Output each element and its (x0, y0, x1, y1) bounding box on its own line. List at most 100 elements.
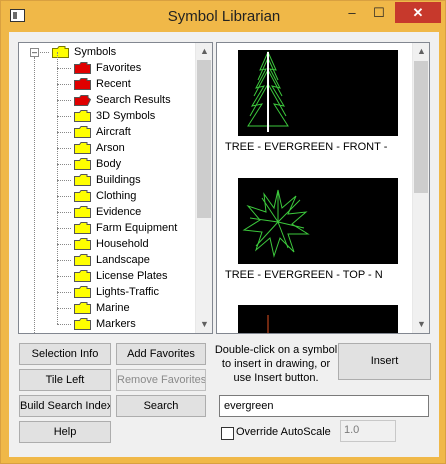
close-button[interactable]: ✕ (395, 2, 441, 23)
tree-connector-line (57, 116, 58, 132)
tree-item[interactable]: Aircraft (19, 116, 197, 140)
tree-item-label: Landscape (96, 254, 150, 266)
folder-icon (74, 142, 91, 154)
tree-connector-line (57, 52, 58, 68)
preview-scroll-thumb[interactable] (414, 61, 428, 193)
tree-connector-line (57, 116, 71, 117)
folder-icon (74, 190, 91, 202)
symbol-thumbnail[interactable] (238, 305, 398, 333)
maximize-button[interactable]: ☐ (366, 2, 392, 23)
tree-connector-line (57, 228, 71, 229)
override-autoscale-label: Override AutoScale (236, 426, 331, 438)
autoscale-value-field: 1.0 (340, 420, 396, 442)
tree-item[interactable]: Clothing (19, 180, 197, 204)
tree-item-label: 3D Symbols (96, 110, 156, 122)
insert-hint-text: Double-click on a symbol to insert in dr… (214, 344, 338, 384)
tree-connector-line (57, 244, 58, 260)
dialog-body: – Symbols Favorites Recent Search Results 3… (9, 32, 439, 457)
tile-left-button[interactable]: Tile Left (19, 369, 111, 391)
search-button[interactable]: Search (116, 395, 206, 417)
build-search-index-button[interactable]: Build Search Index (19, 395, 111, 417)
tree-connector-line (57, 148, 58, 164)
folder-icon (74, 238, 91, 250)
insert-button[interactable]: Insert (338, 343, 431, 380)
tree-item[interactable]: Landscape (19, 244, 197, 268)
tree-item[interactable]: 3D Symbols (19, 100, 197, 124)
tree-item[interactable]: Search Results (19, 84, 197, 108)
search-input[interactable] (219, 395, 429, 417)
tree-item[interactable]: Arson (19, 132, 197, 156)
selection-info-button[interactable]: Selection Info (19, 343, 111, 365)
scroll-up-icon[interactable]: ▲ (196, 43, 212, 60)
tree-item-label: Buildings (96, 174, 141, 186)
folder-open-icon (52, 46, 69, 58)
tree-item-label: Favorites (96, 62, 142, 74)
tree-item[interactable]: Farm Equipment (19, 212, 197, 236)
tree-item[interactable]: Markers (19, 308, 197, 332)
tree-item[interactable]: Favorites (19, 52, 197, 76)
symbol-category-tree[interactable]: – Symbols Favorites Recent Search Results 3… (18, 42, 213, 334)
tree-root-symbols[interactable]: – Symbols (19, 44, 197, 60)
symbol-label: TREE - EVERGREEN - TOP - N (225, 269, 383, 281)
tree-connector-line (57, 244, 71, 245)
symbol-thumbnail-icon (267, 315, 269, 333)
minimize-button[interactable]: – (339, 2, 365, 23)
tree-item[interactable]: Marine (19, 292, 197, 316)
tree-connector-line (57, 180, 71, 181)
override-autoscale-checkbox[interactable] (221, 427, 234, 440)
tree-item[interactable]: Buildings (19, 164, 197, 188)
tree-connector-line (57, 228, 58, 244)
folder-icon (74, 286, 91, 298)
tree-item-label: Marine (96, 302, 130, 314)
tree-scroll-thumb[interactable] (197, 60, 211, 218)
tree-connector-line (57, 180, 58, 196)
tree-item-label: Recent (96, 78, 131, 90)
tree-connector-line (57, 132, 58, 148)
tree-connector-line (57, 132, 71, 133)
preview-scrollbar[interactable]: ▲ ▼ (412, 43, 429, 333)
scroll-down-icon[interactable]: ▼ (413, 316, 429, 333)
tree-item[interactable]: Lights-Traffic (19, 276, 197, 300)
tree-connector-line (57, 292, 71, 293)
folder-icon (74, 270, 91, 282)
folder-icon (74, 126, 91, 138)
tree-connector-line (57, 260, 71, 261)
help-button[interactable]: Help (19, 421, 111, 443)
symbol-thumbnail-evergreen-front[interactable] (238, 50, 398, 136)
tree-connector-line (57, 308, 58, 324)
tree-item[interactable]: License Plates (19, 260, 197, 284)
symbol-thumbnail-evergreen-top[interactable] (238, 178, 398, 264)
tree-connector-line (40, 52, 49, 53)
tree-item-label: Household (96, 238, 149, 250)
symbol-label: TREE - EVERGREEN - FRONT - (225, 141, 388, 153)
scroll-up-icon[interactable]: ▲ (413, 43, 429, 60)
add-favorites-button[interactable]: Add Favorites (116, 343, 206, 365)
tree-item[interactable]: Recent (19, 68, 197, 92)
folder-icon (74, 110, 91, 122)
tree-item-label: Aircraft (96, 126, 131, 138)
folder-icon (74, 78, 91, 90)
folder-icon (74, 62, 91, 74)
tree-connector-line (57, 196, 58, 212)
tree-connector-line (57, 84, 58, 100)
title-bar[interactable]: Symbol Librarian – ☐ ✕ (1, 1, 446, 32)
tree-item-label: Clothing (96, 190, 137, 202)
tree-item[interactable]: Evidence (19, 196, 197, 220)
folder-icon (74, 158, 91, 170)
symbol-preview-list[interactable]: TREE - EVERGREEN - FRONT - TREE - EVERGR… (216, 42, 430, 334)
tree-item[interactable]: Household (19, 228, 197, 252)
tree-item-label: Lights-Traffic (96, 286, 159, 298)
tree-connector-line (57, 276, 58, 292)
tree-item-label: Evidence (96, 206, 142, 218)
remove-favorites-button[interactable]: Remove Favorites (116, 369, 206, 391)
tree-connector-line (57, 68, 71, 69)
tree-connector-line (57, 84, 71, 85)
tree-item-label: Body (96, 158, 122, 170)
collapse-icon[interactable]: – (30, 48, 39, 57)
tree-item-label: Arson (96, 142, 125, 154)
folder-open-icon (74, 94, 91, 106)
tree-item[interactable]: Body (19, 148, 197, 172)
tree-scrollbar[interactable]: ▲ ▼ (195, 43, 212, 333)
scroll-down-icon[interactable]: ▼ (196, 316, 212, 333)
evergreen-top-icon (242, 189, 310, 258)
